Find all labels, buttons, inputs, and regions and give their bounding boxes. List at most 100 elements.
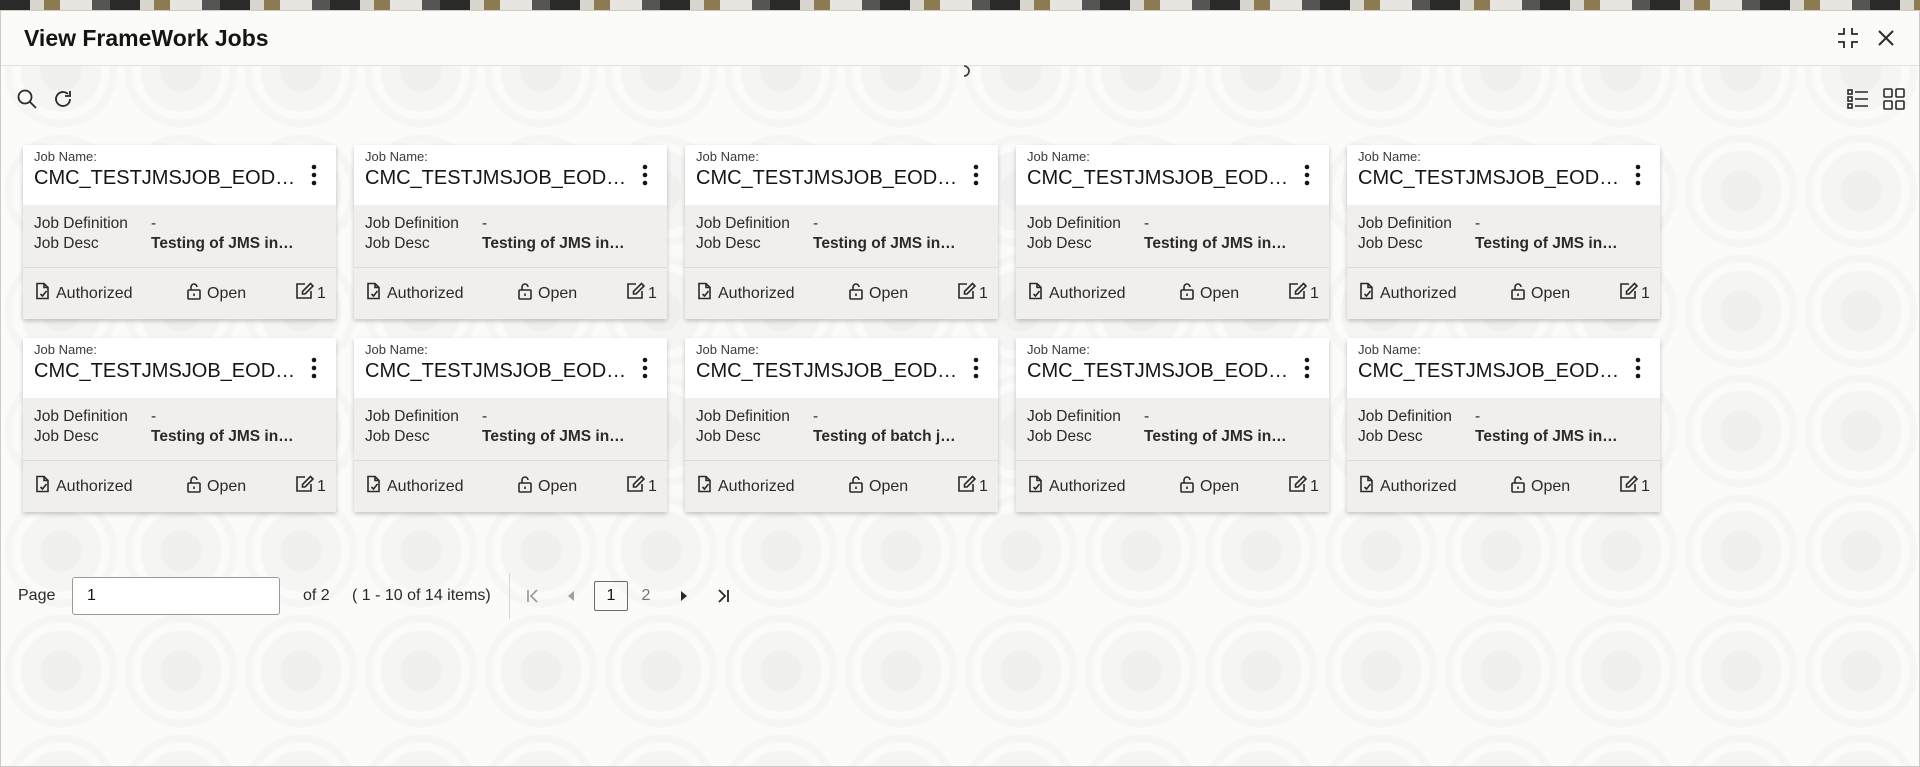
more-actions-button[interactable] (304, 357, 324, 383)
job-card[interactable]: Job Name: CMC_TESTJMSJOB_EOD_… Job Definit… (685, 145, 998, 319)
job-card-details: Job Definition - Job Desc Testing of JMS in… (23, 398, 336, 461)
collapse-icon (1838, 28, 1858, 48)
status-label: Authorized (387, 477, 464, 495)
job-card[interactable]: Job Name: CMC_TESTJMSJOB_EOD_… Job Definit… (354, 338, 667, 512)
edit-icon (1619, 475, 1639, 498)
more-actions-button[interactable] (304, 164, 324, 190)
job-definition-value: - (1144, 408, 1150, 425)
job-card[interactable]: Job Name: CMC_TESTJMSJOB_EOD_… Job Definit… (1347, 145, 1660, 319)
collapse-button[interactable] (1835, 25, 1861, 51)
job-name-value[interactable]: CMC_TESTJMSJOB_EOD_… (34, 167, 296, 190)
status-authorized: Authorized (1358, 475, 1457, 498)
job-desc-value: Testing of JMS in… (1144, 428, 1287, 445)
job-name-value[interactable]: CMC_TESTJMSJOB_EOD_… (696, 360, 958, 383)
job-card[interactable]: Job Name: CMC_TESTJMSJOB_EOD_… Job Definit… (354, 145, 667, 319)
more-actions-button[interactable] (635, 357, 655, 383)
status-authorized: Authorized (365, 282, 464, 305)
unlock-icon (1510, 475, 1526, 498)
job-card-details: Job Definition - Job Desc Testing of JMS in… (1016, 398, 1329, 461)
job-definition-label: Job Definition (696, 408, 790, 425)
job-card-footer: Authorized Open 1 (23, 461, 336, 512)
page-count-label: of 2 (303, 587, 330, 604)
job-definition-row: Job Definition - (1358, 215, 1623, 233)
page-button-2[interactable]: 2 (629, 581, 663, 611)
refresh-icon (55, 91, 71, 107)
lock-status: Open (517, 282, 577, 305)
status-label: Authorized (1380, 477, 1457, 495)
previous-page-button[interactable] (559, 584, 583, 608)
job-card-header: Job Name: CMC_TESTJMSJOB_EOD_… (1016, 145, 1329, 205)
job-card[interactable]: Job Name: CMC_TESTJMSJOB_EOD_… Job Definit… (1016, 338, 1329, 512)
job-desc-label: Job Desc (34, 235, 99, 252)
job-card-header: Job Name: CMC_TESTJMSJOB_EOD_… (685, 145, 998, 205)
job-definition-label: Job Definition (365, 215, 459, 232)
grid-view-button[interactable] (1881, 86, 1907, 112)
job-definition-row: Job Definition - (696, 408, 961, 426)
job-name-value[interactable]: CMC_TESTJMSJOB_EOD_… (365, 360, 627, 383)
job-name-value[interactable]: CMC_TESTJMSJOB_EOD_… (34, 360, 296, 383)
job-card-header: Job Name: CMC_TESTJMSJOB_EOD_… (23, 338, 336, 398)
status-label: Authorized (56, 284, 133, 302)
authorized-document-icon (696, 475, 713, 498)
kebab-menu-icon (311, 164, 317, 191)
job-name-value[interactable]: CMC_TESTJMSJOB_EOD_… (365, 167, 627, 190)
last-page-button[interactable] (711, 584, 735, 608)
lock-status: Open (517, 475, 577, 498)
job-card-footer: Authorized Open 1 (354, 268, 667, 319)
more-actions-button[interactable] (1628, 357, 1648, 383)
job-card-footer: Authorized Open 1 (685, 268, 998, 319)
more-actions-button[interactable] (635, 164, 655, 190)
job-card-grid: Job Name: CMC_TESTJMSJOB_EOD_… Job Definit… (23, 145, 1660, 512)
job-desc-value: Testing of JMS in… (151, 428, 294, 445)
more-actions-button[interactable] (1628, 164, 1648, 190)
modification-count-value: 1 (979, 477, 988, 495)
lock-status: Open (848, 282, 908, 305)
edit-icon (1619, 282, 1639, 305)
page-button-1[interactable]: 1 (594, 581, 628, 611)
authorized-document-icon (696, 282, 713, 305)
more-actions-button[interactable] (1297, 357, 1317, 383)
edit-icon (957, 282, 977, 305)
lock-status: Open (848, 475, 908, 498)
modification-count: 1 (1619, 282, 1650, 305)
lock-status-label: Open (1531, 284, 1571, 302)
job-card[interactable]: Job Name: CMC_TESTJMSJOB_EOD_… Job Definit… (685, 338, 998, 512)
modification-count: 1 (957, 282, 988, 305)
refresh-button[interactable] (50, 86, 76, 112)
close-button[interactable] (1873, 25, 1899, 51)
unlock-icon (1510, 282, 1526, 305)
more-actions-button[interactable] (1297, 164, 1317, 190)
job-card-details: Job Definition - Job Desc Testing of JMS in… (1016, 205, 1329, 268)
page-number-input[interactable] (72, 577, 280, 615)
job-definition-label: Job Definition (1027, 215, 1121, 232)
authorized-document-icon (34, 282, 51, 305)
job-name-value[interactable]: CMC_TESTJMSJOB_EOD_… (1027, 360, 1289, 383)
job-card[interactable]: Job Name: CMC_TESTJMSJOB_EOD_… Job Definit… (23, 338, 336, 512)
job-name-value[interactable]: CMC_TESTJMSJOB_EOD_… (696, 167, 958, 190)
job-desc-label: Job Desc (696, 428, 761, 445)
next-page-button[interactable] (672, 584, 696, 608)
job-definition-row: Job Definition - (365, 215, 630, 233)
job-name-value[interactable]: CMC_TESTJMSJOB_EOD_… (1358, 167, 1620, 190)
job-card[interactable]: Job Name: CMC_TESTJMSJOB_EOD_… Job Definit… (1016, 145, 1329, 319)
list-view-button[interactable] (1845, 86, 1871, 112)
job-card[interactable]: Job Name: CMC_TESTJMSJOB_EOD_… Job Definit… (1347, 338, 1660, 512)
search-button[interactable] (14, 86, 40, 112)
job-desc-label: Job Desc (1027, 428, 1092, 445)
kebab-menu-icon (642, 164, 648, 191)
more-actions-button[interactable] (966, 164, 986, 190)
job-name-label: Job Name: (34, 149, 97, 164)
more-actions-button[interactable] (966, 357, 986, 383)
job-name-value[interactable]: CMC_TESTJMSJOB_EOD_… (1358, 360, 1620, 383)
job-card[interactable]: Job Name: CMC_TESTJMSJOB_EOD_… Job Definit… (23, 145, 336, 319)
list-view-icon (1847, 89, 1868, 109)
lock-status-label: Open (207, 284, 247, 302)
job-definition-row: Job Definition - (1027, 215, 1292, 233)
job-name-label: Job Name: (365, 149, 428, 164)
job-desc-row: Job Desc Testing of JMS in… (365, 428, 630, 446)
search-icon (17, 89, 37, 109)
lock-status-label: Open (538, 284, 578, 302)
job-name-value[interactable]: CMC_TESTJMSJOB_EOD_… (1027, 167, 1289, 190)
unlock-icon (517, 282, 533, 305)
first-page-button[interactable] (521, 584, 545, 608)
